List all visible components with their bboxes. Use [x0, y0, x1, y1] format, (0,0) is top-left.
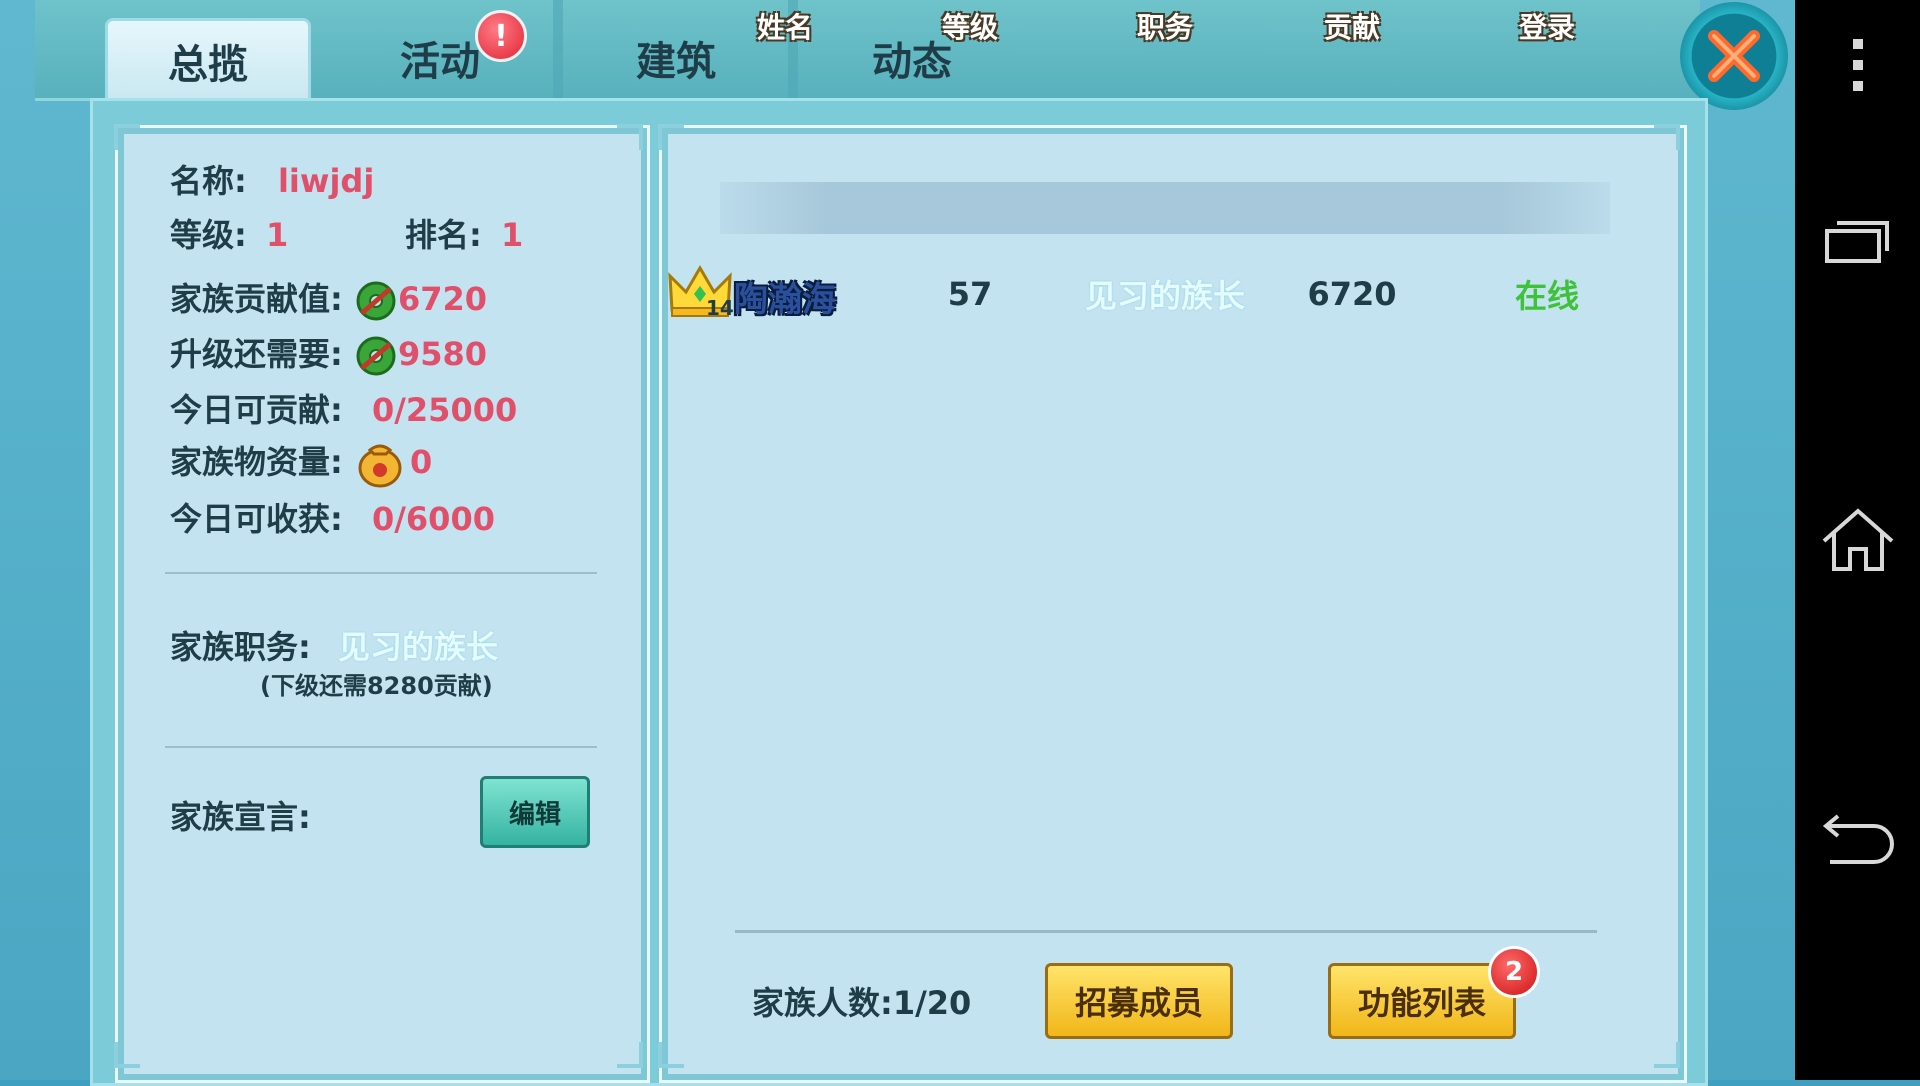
daily-harvest-row: 今日可收获: 0/6000: [170, 500, 495, 538]
supply-bag-icon: [358, 444, 402, 488]
game-screen: 总揽 活动 ! 建筑 动态 名称: liwjdj 等级: 1 排名: 1 家族贡…: [0, 0, 1795, 1086]
tab-separator: [553, 0, 563, 98]
family-rank-row: 排名: 1: [405, 216, 524, 254]
column-header-name: 姓名: [756, 11, 813, 44]
overflow-menu-button[interactable]: [1795, 10, 1920, 120]
corner-ornament: [114, 1042, 140, 1068]
column-header-login: 登录: [1518, 11, 1575, 44]
close-button[interactable]: [1680, 2, 1788, 110]
edit-declaration-button[interactable]: 编辑: [480, 776, 590, 848]
corner-ornament: [1654, 124, 1680, 150]
corner-ornament: [1654, 1042, 1680, 1068]
crown-level: 14: [706, 296, 734, 320]
corner-ornament: [658, 124, 684, 150]
home-icon: [1822, 508, 1893, 571]
upgrade-requirement-value: 9580: [397, 335, 488, 373]
family-level-value: 1: [265, 216, 289, 254]
daily-harvest-value: 0/6000: [371, 500, 495, 538]
activity-alert-badge: !: [475, 10, 527, 62]
tab-overview[interactable]: 总揽: [105, 18, 311, 101]
member-name: 陶瀚海: [734, 280, 836, 320]
daily-contribution-row: 今日可贡献: 0/25000: [170, 391, 518, 429]
close-icon: [1708, 30, 1760, 82]
divider: [165, 746, 597, 748]
member-login-status: 在线: [1514, 277, 1579, 315]
recent-apps-button[interactable]: [1795, 185, 1920, 295]
family-contribution-row: 家族贡献值: 6720: [170, 274, 487, 323]
home-button[interactable]: [1795, 485, 1920, 595]
family-contribution-value: 6720: [397, 280, 488, 318]
upgrade-requirement-row: 升级还需要: 9580: [170, 329, 487, 378]
daily-contribution-value: 0/25000: [371, 391, 518, 429]
member-contribution: 6720: [1307, 275, 1397, 313]
corner-ornament: [617, 1042, 643, 1068]
divider: [165, 572, 597, 574]
corner-ornament: [658, 1042, 684, 1068]
member-role: 见习的族长: [1084, 277, 1245, 315]
member-count: 家族人数:1/20: [752, 984, 972, 1022]
member-table-header: [720, 182, 1610, 234]
system-nav-bar: [1795, 0, 1920, 1080]
column-header-level: 等级: [941, 11, 998, 44]
family-name-row: 名称: liwjdj: [170, 162, 375, 200]
member-count-value: 1/20: [892, 984, 972, 1022]
corner-ornament: [617, 124, 643, 150]
family-position-row: 家族职务: 见习的族长: [170, 628, 498, 666]
family-level-row: 等级: 1: [170, 216, 289, 254]
member-level: 57: [947, 275, 993, 313]
recent-apps-icon: [1824, 221, 1889, 263]
corner-ornament: [114, 124, 140, 150]
jade-coin-icon: [356, 336, 396, 376]
more-vertical-icon: [1852, 39, 1863, 91]
column-header-role: 职务: [1136, 11, 1193, 44]
family-supplies-row: 家族物资量: 0: [170, 437, 432, 490]
back-icon: [1822, 814, 1894, 864]
notification-badge: 2: [1488, 946, 1540, 998]
family-supplies-value: 0: [409, 443, 433, 481]
family-position-value: 见习的族长: [337, 628, 498, 666]
back-button[interactable]: [1795, 785, 1920, 895]
divider: [735, 930, 1597, 933]
family-name-value: liwjdj: [277, 162, 375, 200]
family-rank-value: 1: [500, 216, 524, 254]
next-position-note: (下级还需8280贡献): [260, 672, 493, 700]
jade-coin-icon: [356, 281, 396, 321]
family-info-panel: [115, 125, 650, 1083]
column-header-contribution: 贡献: [1323, 11, 1380, 44]
recruit-members-button[interactable]: 招募成员: [1045, 963, 1233, 1039]
family-declaration-label: 家族宣言:: [170, 798, 311, 836]
